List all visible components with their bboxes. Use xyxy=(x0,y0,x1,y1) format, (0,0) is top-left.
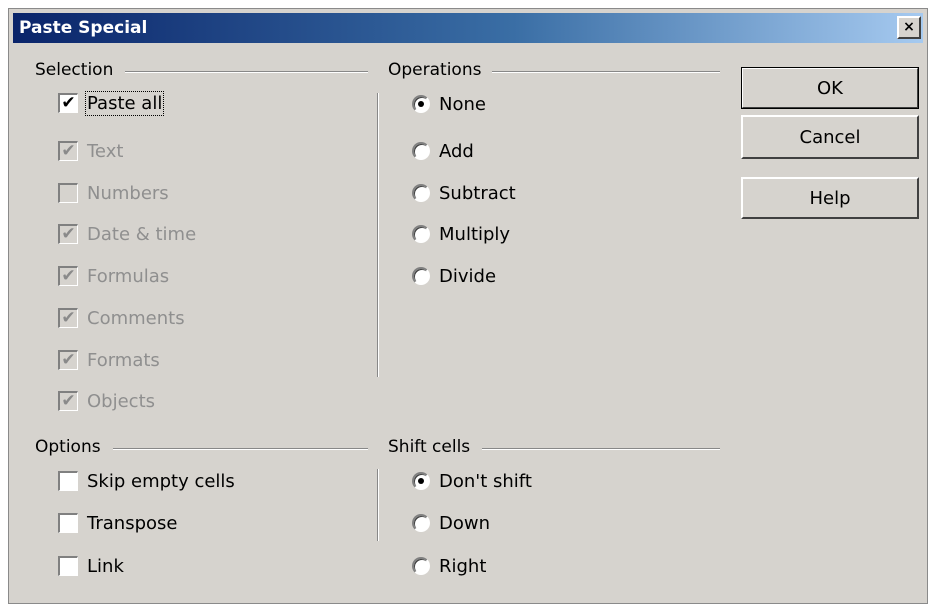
text-checkbox[interactable]: ✔ Text xyxy=(58,138,123,164)
text-label: Text xyxy=(87,140,124,162)
radio-selected-dot xyxy=(418,478,424,484)
checkbox-box: ✔ xyxy=(58,308,78,328)
link-checkbox[interactable]: Link xyxy=(58,553,124,579)
checkbox-box: ✔ xyxy=(58,350,78,370)
radio-button xyxy=(412,95,430,113)
shift-cells-group-title: Shift cells xyxy=(388,437,471,457)
skip-empty-cells-label: Skip empty cells xyxy=(87,470,235,492)
numbers-label: Numbers xyxy=(87,182,169,204)
objects-label: Objects xyxy=(87,390,156,412)
shift-right-radio[interactable]: Right xyxy=(412,553,486,579)
operation-subtract-radio[interactable]: Subtract xyxy=(412,180,516,206)
multiply-label: Multiply xyxy=(439,223,511,245)
operation-none-radio[interactable]: None xyxy=(412,91,486,117)
radio-button xyxy=(412,514,430,532)
paste-special-dialog: Paste Special × Selection ✔ Paste all ✔ … xyxy=(8,8,928,604)
ok-button[interactable]: OK xyxy=(741,67,919,109)
radio-button xyxy=(412,472,430,490)
transpose-checkbox[interactable]: Transpose xyxy=(58,510,177,536)
vertical-divider-bottom xyxy=(377,469,379,541)
window-title: Paste Special xyxy=(19,18,148,38)
checkbox-box xyxy=(58,471,78,491)
operations-divider xyxy=(492,71,720,73)
numbers-checkbox[interactable]: Numbers xyxy=(58,180,169,206)
divide-label: Divide xyxy=(439,265,497,287)
checkbox-box xyxy=(58,556,78,576)
formats-label: Formats xyxy=(87,349,160,371)
date-time-checkbox[interactable]: ✔ Date & time xyxy=(58,221,196,247)
radio-selected-dot xyxy=(418,101,424,107)
radio-button xyxy=(412,557,430,575)
help-button[interactable]: Help xyxy=(741,177,919,219)
none-label: None xyxy=(439,93,486,115)
down-label: Down xyxy=(439,512,491,534)
checkbox-box: ✔ xyxy=(58,266,78,286)
formats-checkbox[interactable]: ✔ Formats xyxy=(58,347,160,373)
checkbox-box xyxy=(58,513,78,533)
paste-all-label: Paste all xyxy=(84,90,165,116)
add-label: Add xyxy=(439,140,474,162)
shift-cells-divider xyxy=(482,448,720,450)
subtract-label: Subtract xyxy=(439,182,516,204)
shift-none-radio[interactable]: Don't shift xyxy=(412,468,532,494)
shift-down-radio[interactable]: Down xyxy=(412,510,490,536)
options-divider xyxy=(113,448,368,450)
radio-button xyxy=(412,142,430,160)
comments-label: Comments xyxy=(87,307,185,329)
paste-all-checkbox[interactable]: ✔ Paste all xyxy=(58,90,165,116)
cancel-button[interactable]: Cancel xyxy=(741,115,919,159)
selection-divider xyxy=(125,71,368,73)
formulas-checkbox[interactable]: ✔ Formulas xyxy=(58,263,169,289)
title-bar: Paste Special × xyxy=(13,13,923,43)
checkbox-box xyxy=(58,183,78,203)
right-label: Right xyxy=(439,555,487,577)
date-time-label: Date & time xyxy=(87,223,197,245)
radio-button xyxy=(412,225,430,243)
radio-button xyxy=(412,184,430,202)
operations-group-title: Operations xyxy=(388,60,482,80)
options-group-title: Options xyxy=(35,437,101,457)
skip-empty-cells-checkbox[interactable]: Skip empty cells xyxy=(58,468,235,494)
checkbox-box: ✔ xyxy=(58,224,78,244)
checkbox-box: ✔ xyxy=(58,391,78,411)
operation-add-radio[interactable]: Add xyxy=(412,138,474,164)
close-button[interactable]: × xyxy=(897,16,921,39)
formulas-label: Formulas xyxy=(87,265,170,287)
checkbox-box: ✔ xyxy=(58,141,78,161)
transpose-label: Transpose xyxy=(87,512,178,534)
comments-checkbox[interactable]: ✔ Comments xyxy=(58,305,185,331)
checkbox-box: ✔ xyxy=(58,93,78,113)
objects-checkbox[interactable]: ✔ Objects xyxy=(58,388,155,414)
link-label: Link xyxy=(87,555,124,577)
vertical-divider-top xyxy=(377,93,379,377)
operation-divide-radio[interactable]: Divide xyxy=(412,263,496,289)
selection-group-title: Selection xyxy=(35,60,114,80)
dont-shift-label: Don't shift xyxy=(439,470,532,492)
radio-button xyxy=(412,267,430,285)
operation-multiply-radio[interactable]: Multiply xyxy=(412,221,510,247)
